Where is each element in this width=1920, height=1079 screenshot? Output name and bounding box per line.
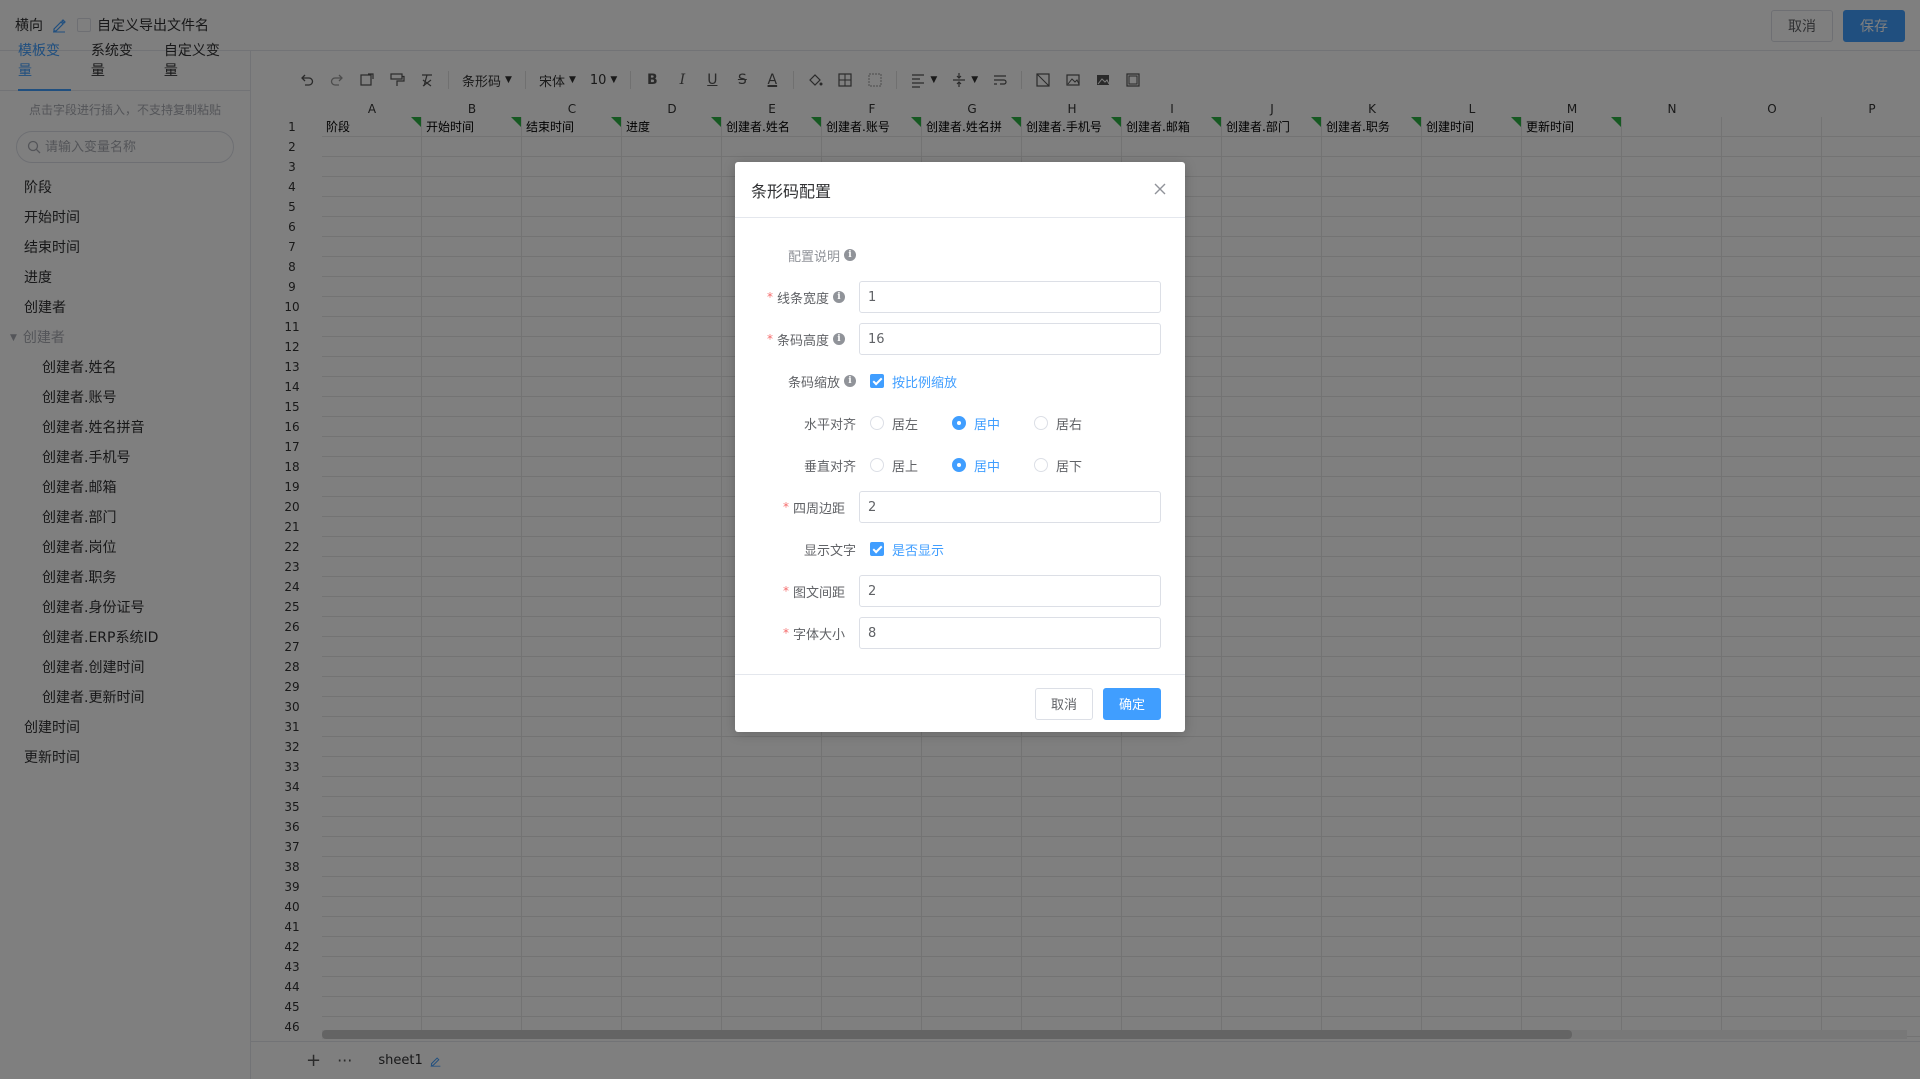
radio-icon[interactable] <box>870 458 884 472</box>
radio-label[interactable]: 居左 <box>892 414 918 433</box>
form-row-description: 配置说明 i <box>759 234 1161 276</box>
form-row-h-align: 水平对齐 居左 居中 居右 <box>759 402 1161 444</box>
checkbox-checked-icon[interactable] <box>870 542 884 556</box>
h-align-label: 水平对齐 <box>803 417 856 433</box>
required-mark: * <box>782 500 789 514</box>
barcode-form: 配置说明 i * 线条宽度 i 1 * 条码高度 i 16 条码缩放 i 按比例缩放 水平对… <box>735 218 1185 654</box>
radio-h-left[interactable]: 居左 <box>870 414 952 433</box>
form-row-show-text: 显示文字 是否显示 <box>759 528 1161 570</box>
line-width-input[interactable]: 1 <box>859 281 1161 313</box>
form-row-margin: * 四周边距 2 <box>759 486 1161 528</box>
required-mark: * <box>766 290 773 304</box>
dialog-confirm-button[interactable]: 确定 <box>1102 687 1161 720</box>
radio-selected-icon[interactable] <box>952 416 966 430</box>
field-control: 2 <box>859 491 1161 523</box>
field-control: 按比例缩放 <box>870 372 1161 391</box>
v-align-radio-group: 居上 居中 居下 <box>870 456 1161 475</box>
radio-icon[interactable] <box>870 416 884 430</box>
scale-check-label[interactable]: 按比例缩放 <box>892 372 957 391</box>
required-mark: * <box>766 332 773 346</box>
radio-selected-icon[interactable] <box>952 458 966 472</box>
form-row-text-gap: * 图文间距 2 <box>759 570 1161 612</box>
v-align-label: 垂直对齐 <box>803 459 856 475</box>
radio-icon[interactable] <box>1034 458 1048 472</box>
radio-label[interactable]: 居下 <box>1056 456 1082 475</box>
field-label: * 四周边距 <box>759 498 851 517</box>
text-gap-label: 图文间距 <box>792 585 845 601</box>
bar-height-input[interactable]: 16 <box>859 323 1161 355</box>
radio-h-right[interactable]: 居右 <box>1034 414 1116 433</box>
dialog-title: 条形码配置 <box>751 181 832 201</box>
field-label: 配置说明 i <box>759 246 862 265</box>
text-gap-input[interactable]: 2 <box>859 575 1161 607</box>
radio-label[interactable]: 居中 <box>974 414 1000 433</box>
dialog-footer: 取消 确定 <box>735 674 1185 732</box>
radio-v-top[interactable]: 居上 <box>870 456 952 475</box>
dialog-cancel-button[interactable]: 取消 <box>1034 687 1093 720</box>
info-icon[interactable]: i <box>833 291 845 303</box>
field-control: 16 <box>859 323 1161 355</box>
scale-checkbox[interactable]: 按比例缩放 <box>870 372 1161 391</box>
field-control: 2 <box>859 575 1161 607</box>
field-label: * 线条宽度 i <box>759 288 851 307</box>
form-row-font-size: * 字体大小 8 <box>759 612 1161 654</box>
scale-label: 条码缩放 <box>787 375 840 391</box>
show-text-check-label[interactable]: 是否显示 <box>892 540 944 559</box>
form-row-scale: 条码缩放 i 按比例缩放 <box>759 360 1161 402</box>
show-text-label: 显示文字 <box>803 543 856 559</box>
bar-height-label: 条码高度 <box>776 333 829 349</box>
field-control: 1 <box>859 281 1161 313</box>
margin-input[interactable]: 2 <box>859 491 1161 523</box>
line-width-label: 线条宽度 <box>776 291 829 307</box>
field-label: 显示文字 <box>759 540 862 559</box>
field-label: * 字体大小 <box>759 624 851 643</box>
font-size-field-label: 字体大小 <box>792 627 845 643</box>
form-row-v-align: 垂直对齐 居上 居中 居下 <box>759 444 1161 486</box>
radio-v-center[interactable]: 居中 <box>952 456 1034 475</box>
radio-h-center[interactable]: 居中 <box>952 414 1034 433</box>
field-label: 条码缩放 i <box>759 372 862 391</box>
required-mark: * <box>782 626 789 640</box>
close-icon[interactable] <box>1153 182 1167 196</box>
form-row-line-width: * 线条宽度 i 1 <box>759 276 1161 318</box>
radio-label[interactable]: 居右 <box>1056 414 1082 433</box>
field-label: 水平对齐 <box>759 414 862 433</box>
info-icon[interactable]: i <box>833 333 845 345</box>
radio-label[interactable]: 居中 <box>974 456 1000 475</box>
info-icon[interactable]: i <box>844 249 856 261</box>
desc-label: 配置说明 <box>787 249 840 265</box>
radio-v-bottom[interactable]: 居下 <box>1034 456 1116 475</box>
radio-label[interactable]: 居上 <box>892 456 918 475</box>
h-align-radio-group: 居左 居中 居右 <box>870 414 1161 433</box>
field-label: * 图文间距 <box>759 582 851 601</box>
field-label: * 条码高度 i <box>759 330 851 349</box>
field-control: 是否显示 <box>870 540 1161 559</box>
barcode-config-dialog: 条形码配置 配置说明 i * 线条宽度 i 1 * 条码高度 i 16 条码缩放 i 按比例… <box>735 162 1185 732</box>
checkbox-checked-icon[interactable] <box>870 374 884 388</box>
field-label: 垂直对齐 <box>759 456 862 475</box>
margin-label: 四周边距 <box>792 501 845 517</box>
required-mark: * <box>782 584 789 598</box>
dialog-header: 条形码配置 <box>735 162 1185 218</box>
form-row-bar-height: * 条码高度 i 16 <box>759 318 1161 360</box>
field-control: 8 <box>859 617 1161 649</box>
font-size-input[interactable]: 8 <box>859 617 1161 649</box>
info-icon[interactable]: i <box>844 375 856 387</box>
radio-icon[interactable] <box>1034 416 1048 430</box>
show-text-checkbox[interactable]: 是否显示 <box>870 540 1161 559</box>
